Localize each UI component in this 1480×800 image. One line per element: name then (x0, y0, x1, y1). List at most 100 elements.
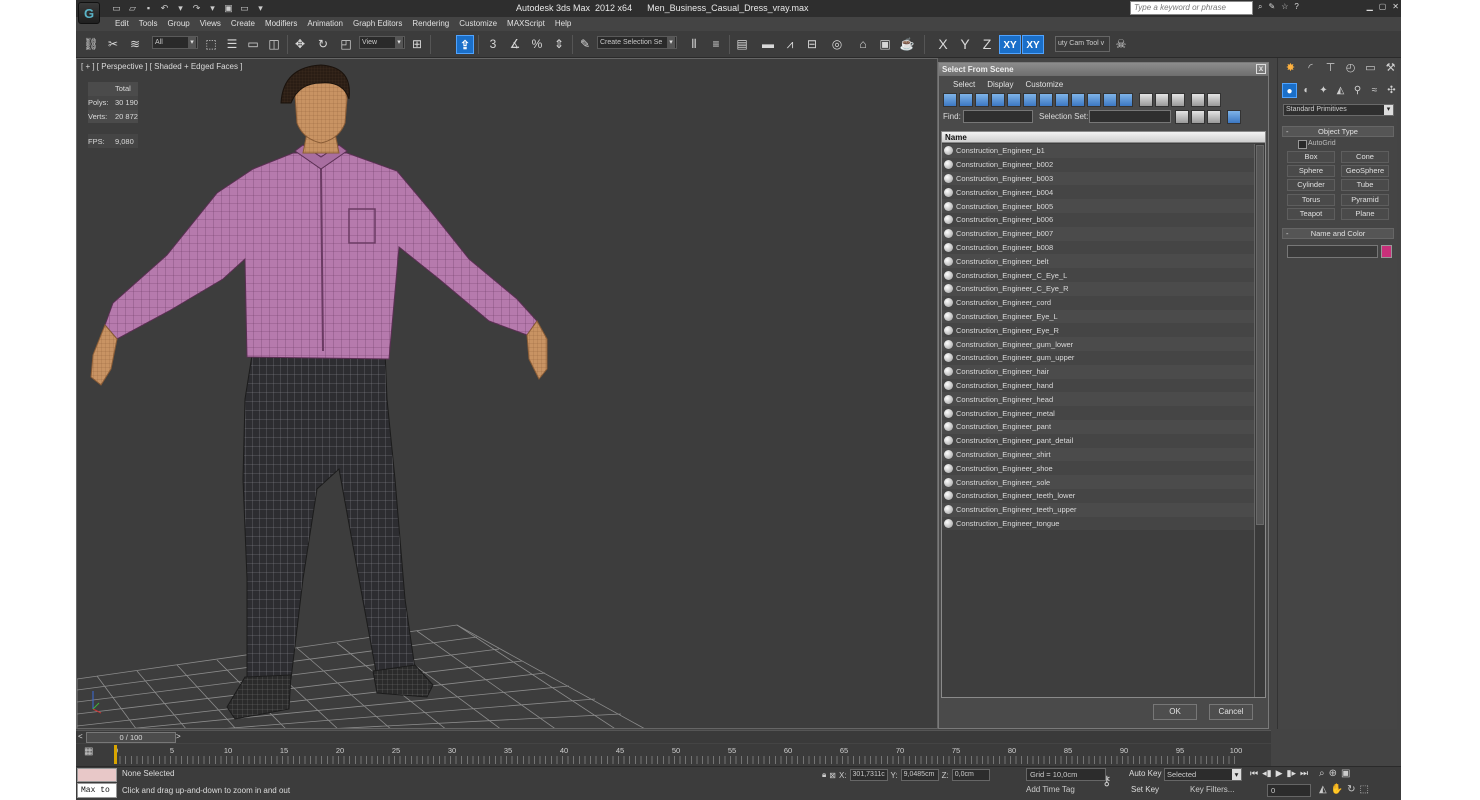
list-item[interactable]: Construction_Engineer_b1 (942, 144, 1254, 158)
modify-tab-icon[interactable]: ◜ (1302, 60, 1319, 77)
dialog-close-icon[interactable]: x (1256, 64, 1266, 74)
list-item[interactable]: Construction_Engineer_b002 (942, 157, 1254, 172)
tube-button[interactable]: Tube (1341, 179, 1389, 191)
scale-icon[interactable]: ◰ (337, 35, 355, 54)
mirror-icon[interactable]: ⫴ (685, 35, 703, 54)
shapes-icon[interactable]: ◐ (1299, 83, 1314, 98)
list-scroll-thumb[interactable] (1256, 145, 1264, 525)
menu-animation[interactable]: Animation (302, 17, 348, 31)
rendered-frame-window-icon[interactable]: ▣ (876, 35, 894, 54)
object-type-rollout[interactable]: Object Type (1282, 126, 1394, 137)
menu-modifiers[interactable]: Modifiers (260, 17, 302, 31)
list-item[interactable]: Construction_Engineer_cord (942, 295, 1254, 310)
right-shoe-mesh[interactable] (372, 664, 434, 698)
project-folder-icon[interactable]: ▭ (238, 2, 251, 14)
select-none-icon[interactable] (1191, 110, 1205, 124)
torus-button[interactable]: Torus (1287, 194, 1335, 206)
undo-dropdown-icon[interactable]: ▾ (174, 2, 187, 14)
curve-editor-icon[interactable]: ⩘ (781, 35, 799, 54)
go-to-end-icon[interactable]: ⏭ (1300, 768, 1308, 779)
x-coordinate-field[interactable]: 301,7311c (849, 769, 888, 781)
zoom-all-icon[interactable]: ⊕ (1329, 768, 1337, 779)
create-tab-icon[interactable]: ✸ (1282, 60, 1299, 77)
display-xrefs-icon[interactable] (1055, 93, 1069, 107)
display-invert-icon[interactable] (1171, 93, 1185, 107)
set-key-button[interactable]: Set Key (1131, 785, 1159, 794)
select-manipulate-icon[interactable]: ⇪ (456, 35, 474, 54)
display-lights-icon[interactable] (975, 93, 989, 107)
window-crossing-icon[interactable]: ◫ (265, 35, 283, 54)
pivot-center-icon[interactable]: ⊞ (408, 35, 426, 54)
next-frame-icon[interactable]: ▮▸ (1287, 768, 1296, 779)
dialog-menu-display[interactable]: Display (981, 76, 1019, 92)
list-item[interactable]: Construction_Engineer_tongue (942, 516, 1254, 531)
zoom-icon[interactable]: ⌕ (1319, 768, 1325, 779)
snaps-toggle-icon[interactable]: 3 (484, 35, 502, 54)
key-mode-dropdown[interactable]: Selected (1164, 768, 1242, 781)
ok-button[interactable]: OK (1153, 704, 1197, 720)
previous-frame-icon[interactable]: ◂▮ (1262, 768, 1271, 779)
maximize-icon[interactable]: ▢ (1379, 2, 1387, 11)
display-geometry-icon[interactable] (943, 93, 957, 107)
render-production-icon[interactable]: ☕ (898, 35, 916, 54)
axis-xy-button[interactable]: XY (999, 35, 1021, 54)
spinner-snap-icon[interactable]: ⇕ (550, 35, 568, 54)
list-item[interactable]: Construction_Engineer_gum_upper (942, 350, 1254, 365)
current-frame-field[interactable]: 0 (1267, 784, 1311, 797)
named-selection-set-dropdown[interactable]: Create Selection Se (597, 36, 677, 49)
display-groups-icon[interactable] (1039, 93, 1053, 107)
display-helpers-icon[interactable] (1007, 93, 1021, 107)
list-item[interactable]: Construction_Engineer_C_Eye_R (942, 281, 1254, 296)
field-of-view-icon[interactable]: ◭ (1319, 784, 1327, 795)
filter-icon[interactable] (1191, 93, 1205, 107)
display-containers-icon[interactable] (1087, 93, 1101, 107)
menu-edit[interactable]: Edit (110, 17, 134, 31)
display-tab-icon[interactable]: ▭ (1362, 60, 1379, 77)
selection-filter-dropdown[interactable]: All (152, 36, 198, 49)
display-shapes-icon[interactable] (959, 93, 973, 107)
menu-views[interactable]: Views (195, 17, 226, 31)
cone-button[interactable]: Cone (1341, 151, 1389, 163)
name-and-color-rollout[interactable]: Name and Color (1282, 228, 1394, 239)
redo-icon[interactable]: ↷ (190, 2, 203, 14)
cylinder-button[interactable]: Cylinder (1287, 179, 1335, 191)
axis-y-button[interactable]: Y (956, 35, 974, 54)
dialog-title-bar[interactable]: Select From Scene x (939, 63, 1268, 76)
display-cameras-icon[interactable] (991, 93, 1005, 107)
menu-tools[interactable]: Tools (134, 17, 163, 31)
viewport-label[interactable]: [ + ] [ Perspective ] [ Shaded + Edged F… (81, 62, 242, 71)
set-key-icon[interactable]: ⚷ (1102, 773, 1112, 789)
list-item[interactable]: Construction_Engineer_head (942, 392, 1254, 407)
pan-icon[interactable]: ✋ (1331, 784, 1343, 795)
save-file-icon[interactable]: ▪ (142, 2, 155, 14)
select-object-icon[interactable]: ⬚ (202, 35, 220, 54)
time-slider-prev[interactable]: < (78, 732, 83, 741)
minimize-icon[interactable]: ▁ (1367, 2, 1373, 11)
sphere-button[interactable]: Sphere (1287, 165, 1335, 177)
rotate-icon[interactable]: ↻ (314, 35, 332, 54)
help-icon[interactable]: ? (1294, 2, 1298, 12)
dialog-menu-select[interactable]: Select (947, 76, 981, 92)
link-icon[interactable]: ⛓ (82, 35, 100, 54)
menu-maxscript[interactable]: MAXScript (502, 17, 550, 31)
list-item[interactable]: Construction_Engineer_Eye_R (942, 323, 1254, 338)
menu-help[interactable]: Help (550, 17, 576, 31)
y-coordinate-field[interactable]: 9,0485cm (900, 769, 939, 781)
object-name-field[interactable] (1287, 245, 1378, 258)
align-icon[interactable]: ≡ (707, 35, 725, 54)
menu-graph-editors[interactable]: Graph Editors (348, 17, 407, 31)
undo-icon[interactable]: ↶ (158, 2, 171, 14)
qat-dropdown-icon[interactable]: ▾ (254, 2, 267, 14)
menu-group[interactable]: Group (162, 17, 194, 31)
left-hand-mesh[interactable] (90, 324, 118, 386)
orbit-icon[interactable]: ↻ (1347, 784, 1355, 795)
list-item[interactable]: Construction_Engineer_belt (942, 254, 1254, 269)
list-item[interactable]: Construction_Engineer_sole (942, 475, 1254, 489)
pants-mesh[interactable] (242, 348, 416, 682)
list-item[interactable]: Construction_Engineer_b008 (942, 240, 1254, 255)
axis-z-button[interactable]: Z (978, 35, 996, 54)
filter-options-icon[interactable] (1207, 93, 1221, 107)
list-item[interactable]: Construction_Engineer_Eye_L (942, 309, 1254, 324)
list-item[interactable]: Construction_Engineer_gum_lower (942, 337, 1254, 351)
display-none-icon[interactable] (1155, 93, 1169, 107)
